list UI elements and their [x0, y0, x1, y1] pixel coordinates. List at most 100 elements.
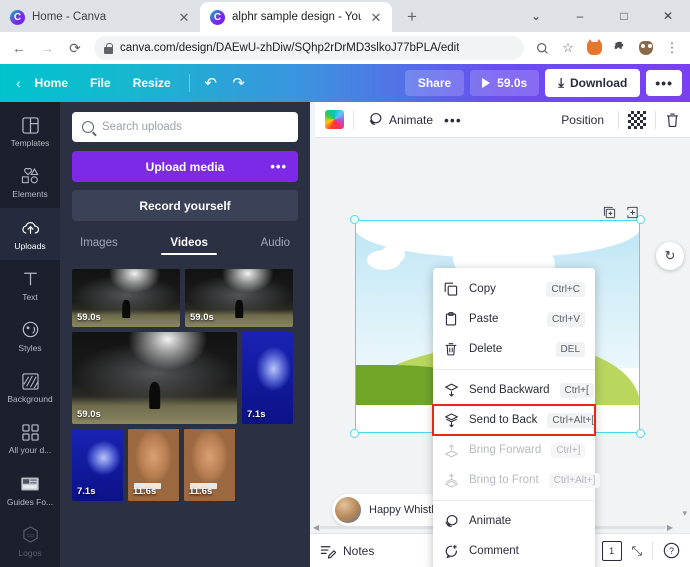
context-menu-item-delete[interactable]: Delete DEL — [433, 334, 595, 364]
menu-item-label: Bring Forward — [469, 444, 542, 456]
search-input[interactable]: Search uploads — [72, 112, 298, 142]
address-bar[interactable]: canva.com/design/DAEwU-zhDiw/SQhp2rDrMD3… — [94, 36, 524, 60]
delete-trash-icon[interactable] — [665, 112, 680, 128]
expand-chevron-icon[interactable]: ⌄ — [514, 0, 558, 32]
play-duration-label: 59.0s — [497, 76, 528, 90]
redo-icon[interactable]: ↷ — [225, 69, 253, 97]
sidebar-label: Styles — [18, 342, 42, 353]
topbar-more-button[interactable]: ••• — [646, 70, 682, 96]
resize-button[interactable]: Resize — [122, 71, 182, 95]
avatar — [335, 497, 361, 523]
duplicate-page-icon[interactable] — [603, 206, 616, 219]
present-play-button[interactable]: 59.0s — [470, 70, 540, 96]
canva-icon — [10, 9, 25, 25]
puzzle-extension-icon[interactable] — [608, 36, 632, 60]
sidebar-label: All your d... — [8, 445, 52, 456]
upload-thumbnail[interactable]: 59.0s — [72, 332, 237, 424]
bookmark-star-icon[interactable]: ☆ — [556, 36, 580, 60]
back-chevron-icon[interactable]: ‹ — [8, 71, 24, 95]
sidebar-item-guides-folder[interactable]: Guides Fo... — [0, 465, 60, 516]
tab-close-icon[interactable]: ✕ — [368, 9, 384, 25]
browser-tab-2[interactable]: alphr sample design - YouTube ↑ ✕ — [200, 2, 392, 32]
context-menu-item-send-to-back[interactable]: Send to Back Ctrl+Alt+[ — [432, 404, 600, 436]
toolbar-divider — [618, 110, 619, 129]
fullscreen-expand-icon[interactable]: ⤡ — [632, 543, 642, 559]
share-button[interactable]: Share — [404, 70, 465, 96]
sidebar-label: Uploads — [14, 240, 46, 251]
fox-extension-icon[interactable] — [582, 36, 606, 60]
menu-item-label: Bring to Front — [469, 474, 539, 486]
add-page-icon[interactable] — [626, 206, 639, 219]
scroll-left-arrow[interactable]: ◀ — [313, 523, 319, 532]
resize-handle-top-left[interactable] — [350, 215, 359, 224]
context-menu-item-comment[interactable]: Comment — [433, 536, 595, 566]
upload-thumbnail[interactable]: 59.0s — [185, 269, 293, 327]
resize-handle-bottom-left[interactable] — [350, 429, 359, 438]
zoom-icon[interactable] — [530, 36, 554, 60]
upload-thumbnail[interactable]: 59.0s — [72, 269, 180, 327]
owl-extension-icon[interactable] — [634, 36, 658, 60]
download-button[interactable]: ⤓ Download — [545, 69, 641, 97]
forward-icon[interactable]: → — [34, 35, 60, 61]
rotate-handle-icon[interactable]: ↻ — [656, 242, 684, 270]
menu-item-label: Send Backward — [469, 384, 550, 396]
scroll-right-arrow[interactable]: ▶ — [667, 523, 673, 532]
sidebar-item-uploads[interactable]: Uploads — [0, 208, 60, 260]
toolbar-divider — [188, 74, 190, 92]
record-yourself-button[interactable]: Record yourself — [72, 190, 298, 221]
upload-media-button[interactable]: Upload media ••• — [72, 151, 298, 182]
duration-badge: 7.1s — [247, 409, 266, 420]
object-more-button[interactable]: ••• — [438, 112, 468, 128]
menu-item-shortcut: Ctrl+] — [551, 442, 586, 458]
back-icon[interactable]: ← — [6, 35, 32, 61]
sidebar-item-text[interactable]: Text — [0, 260, 60, 311]
file-menu-button[interactable]: File — [79, 71, 122, 95]
transparency-icon[interactable] — [628, 110, 646, 129]
resize-handle-bottom-right[interactable] — [636, 429, 645, 438]
reload-icon[interactable]: ⟳ — [62, 35, 88, 61]
notes-button[interactable]: Notes — [320, 543, 374, 559]
home-button[interactable]: Home — [24, 71, 79, 95]
color-swatch-button[interactable] — [325, 110, 344, 129]
browser-tab-1[interactable]: Home - Canva ✕ — [0, 2, 200, 32]
sidebar-item-logos[interactable]: CO Logos — [0, 516, 60, 567]
duration-badge: 59.0s — [77, 312, 101, 323]
animate-icon — [369, 113, 382, 125]
context-menu-item-bring-forward[interactable]: Bring Forward Ctrl+] — [433, 435, 595, 465]
close-window-button[interactable]: ✕ — [646, 0, 690, 32]
sidebar-item-background[interactable]: Background — [0, 362, 60, 413]
undo-icon[interactable]: ↶ — [197, 69, 225, 97]
upload-thumbnail[interactable]: 7.1s — [242, 332, 293, 424]
animate-button[interactable]: Animate — [363, 108, 438, 131]
duration-badge: 7.1s — [77, 486, 96, 497]
animate-icon — [443, 514, 459, 529]
context-menu-item-bring-to-front[interactable]: Bring to Front Ctrl+Alt+] — [433, 465, 601, 495]
canva-icon — [210, 9, 225, 25]
context-menu-item-copy[interactable]: Copy Ctrl+C — [433, 274, 595, 304]
new-tab-button[interactable]: + — [398, 3, 426, 31]
tab-audio[interactable]: Audio — [261, 237, 290, 255]
sidebar-item-all-your-designs[interactable]: All your d... — [0, 413, 60, 464]
upload-thumbnail[interactable]: 11.6s — [128, 429, 179, 501]
upload-thumbnail[interactable]: 7.1s — [72, 429, 123, 501]
context-menu-item-animate[interactable]: Animate — [433, 506, 595, 536]
page-count-button[interactable]: 1 — [601, 538, 625, 561]
chrome-menu-icon[interactable]: ⋮ — [660, 36, 684, 60]
position-button[interactable]: Position — [556, 109, 609, 131]
tab-close-icon[interactable]: ✕ — [176, 9, 192, 25]
menu-item-shortcut: Ctrl+Alt+[ — [547, 412, 600, 428]
tab-videos[interactable]: Videos — [161, 237, 217, 255]
sidebar-item-elements[interactable]: Elements — [0, 157, 60, 208]
help-icon[interactable]: ? — [663, 542, 680, 559]
tab-images[interactable]: Images — [80, 237, 118, 255]
menu-item-shortcut: Ctrl+C — [546, 281, 585, 297]
upload-more-icon[interactable]: ••• — [270, 159, 287, 174]
maximize-button[interactable]: □ — [602, 0, 646, 32]
vertical-scroll-arrow[interactable]: ▾ — [682, 508, 687, 519]
upload-thumbnail[interactable]: 11.6s — [184, 429, 235, 501]
minimize-button[interactable]: – — [558, 0, 602, 32]
context-menu-item-paste[interactable]: Paste Ctrl+V — [433, 304, 595, 334]
sidebar-item-styles[interactable]: Styles — [0, 311, 60, 362]
context-menu-item-send-backward[interactable]: Send Backward Ctrl+[ — [433, 375, 595, 405]
sidebar-item-templates[interactable]: Templates — [0, 106, 60, 157]
